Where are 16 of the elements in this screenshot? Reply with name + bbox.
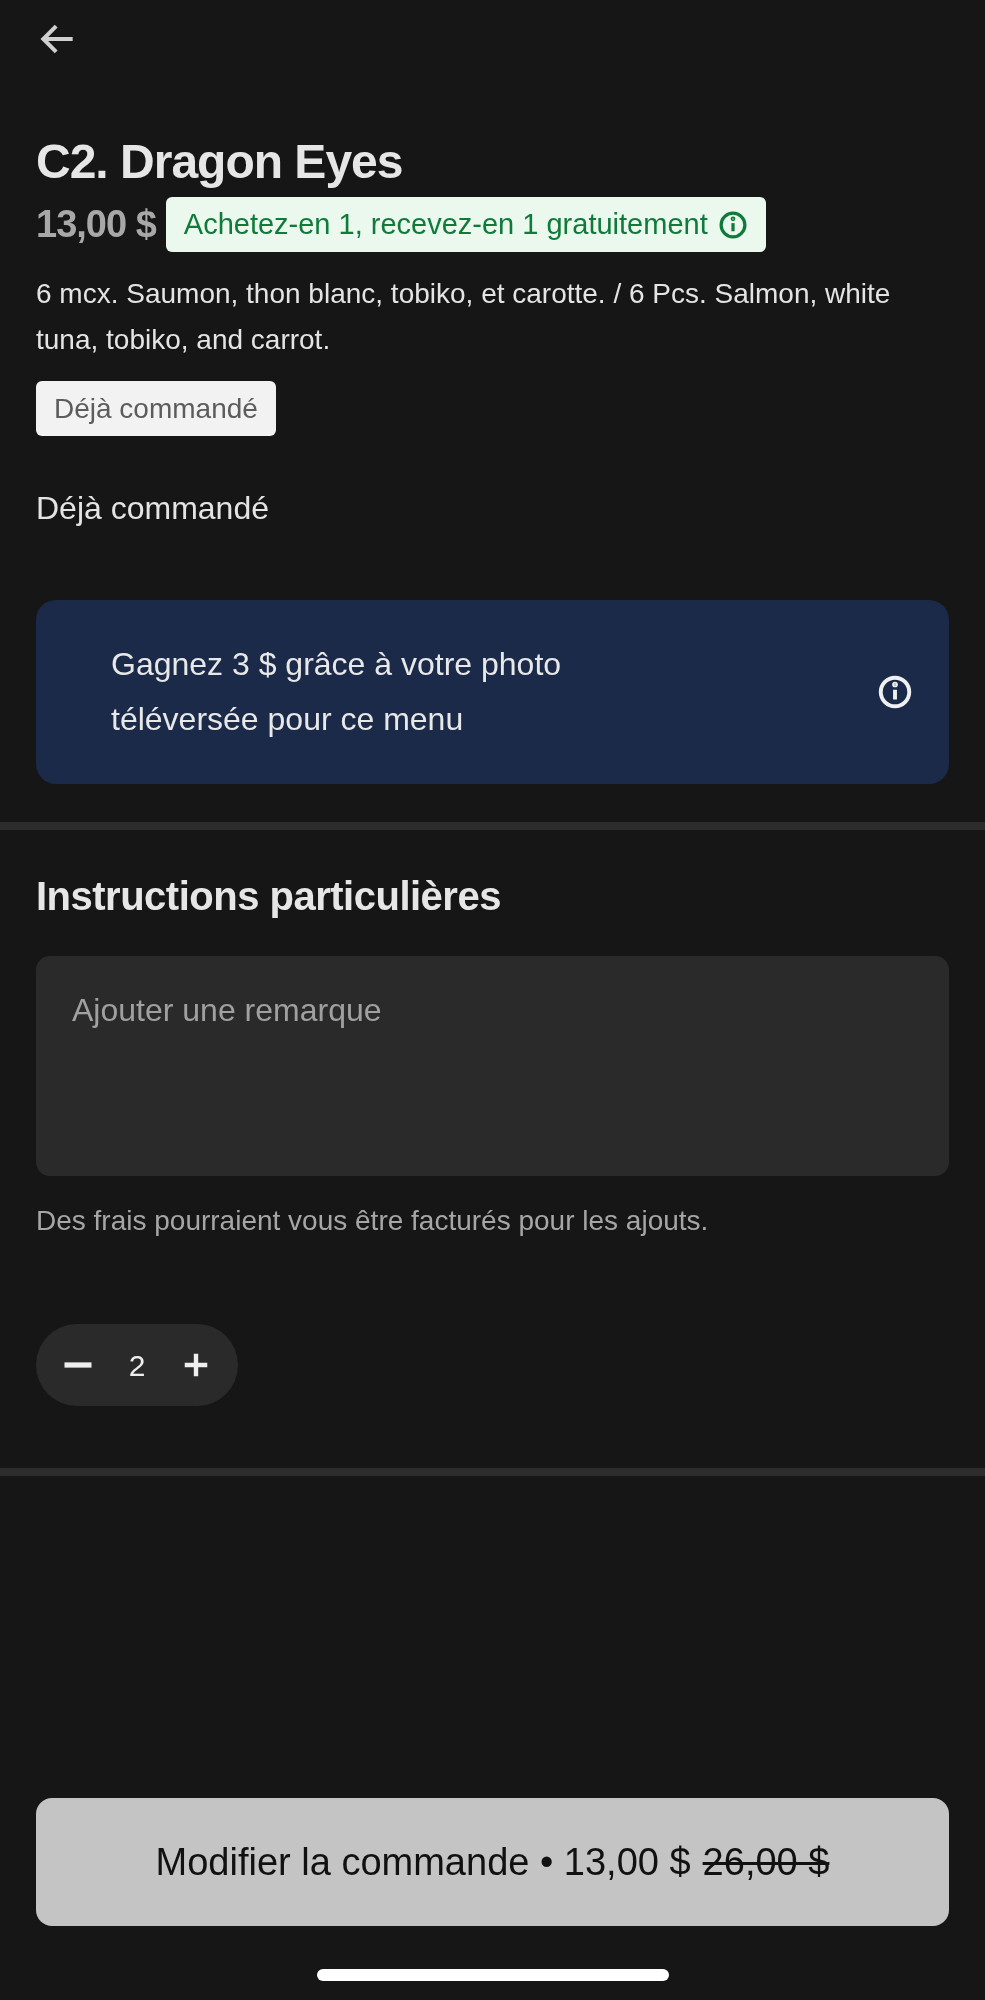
item-price: 13,00 $: [36, 202, 156, 247]
item-description: 6 mcx. Saumon, thon blanc, tobiko, et carotte. / 6 Pcs. Salmon, white tuna, tobiko, and carrot.: [36, 277, 892, 357]
item-title: C2. Dragon Eyes: [36, 134, 404, 190]
photo-reward-banner[interactable]: Gagnez 3 $ grâce à votre photo téléversée pour ce menu: [36, 600, 949, 784]
quantity-value: 2: [128, 1347, 146, 1384]
update-order-button[interactable]: Modifier la commande • 13,00 $ 26,00 $: [36, 1798, 949, 1926]
section-heading: Instructions particulières: [36, 873, 502, 920]
ordered-status: Déjà commandé: [36, 489, 270, 528]
reward-text: Gagnez 3 $ grâce à votre photo téléversée pour ce menu: [111, 645, 563, 739]
promo-badge[interactable]: Achetez-en 1, recevez-en 1 gratuitement: [165, 197, 766, 252]
note-field[interactable]: Ajouter une remarque: [36, 956, 949, 1176]
ordered-tag: Déjà commandé: [36, 381, 276, 436]
fee-note: Des frais pourraient vous être facturés pour les ajouts.: [36, 1204, 710, 1238]
minus-icon: [64, 1362, 92, 1368]
quantity-stepper[interactable]: 2: [36, 1324, 238, 1406]
info-icon[interactable]: [877, 674, 913, 710]
